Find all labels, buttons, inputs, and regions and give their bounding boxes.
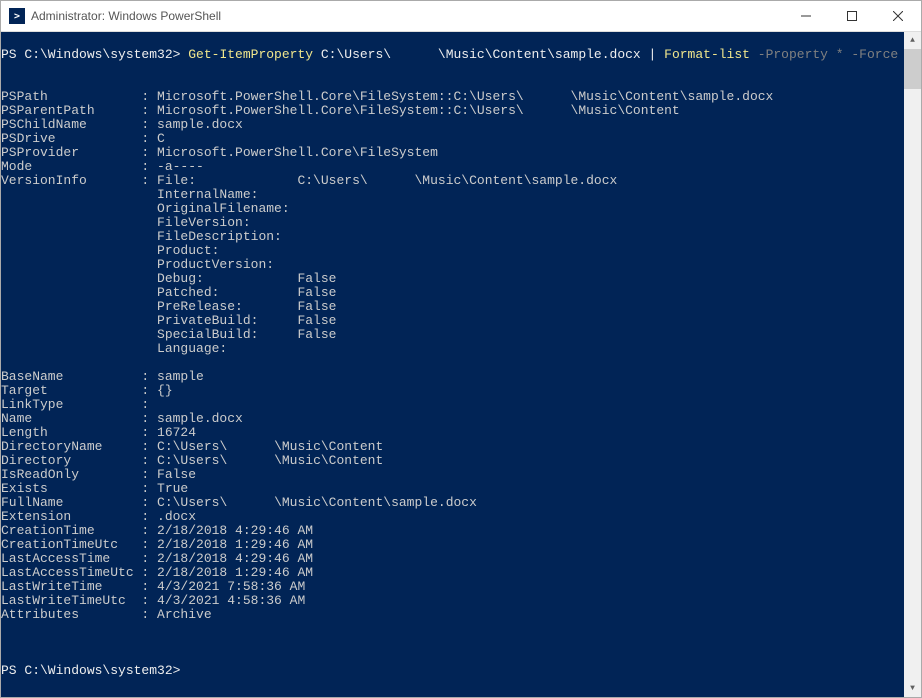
prop-value: \Music\Content [571,103,680,118]
prop-row: Language: [1,341,297,356]
prop-row: Mode : -a---- [1,159,204,174]
maximize-button[interactable] [829,1,875,31]
prop-label: PSPath : [1,89,157,104]
close-icon [893,11,903,21]
prop-row: CreationTimeUtc : 2/18/2018 1:29:46 AM [1,537,313,552]
prop-row: PSProvider : Microsoft.PowerShell.Core\F… [1,145,438,160]
prop-row: Debug: False [1,271,336,286]
prop-row: Exists : True [1,481,188,496]
prop-row: ProductVersion: [1,257,297,272]
prop-row: LastAccessTime : 2/18/2018 4:29:46 AM [1,551,313,566]
prop-value: \Music\Content\sample.docx [571,89,774,104]
prop-row: OriginalFilename: [1,201,297,216]
powershell-icon [9,8,25,24]
prop-row: FileVersion: [1,215,297,230]
terminal-output: PS C:\Windows\system32> Get-ItemProperty… [1,48,921,697]
prop-row: Attributes : Archive [1,607,212,622]
prop-row: LastWriteTimeUtc : 4/3/2021 4:58:36 AM [1,593,305,608]
powershell-window: Administrator: Windows PowerShell PS C:\… [0,0,922,698]
prop-label: FullName : [1,495,157,510]
prop-label: PSParentPath : [1,103,157,118]
redacted-user [227,453,274,468]
prop-row: PSDrive : C [1,131,165,146]
prop-row: CreationTime : 2/18/2018 4:29:46 AM [1,523,313,538]
prop-value: Microsoft.PowerShell.Core\FileSystem::C:… [157,103,524,118]
scrollbar-thumb[interactable] [904,49,921,89]
prop-value: Microsoft.PowerShell.Core\FileSystem::C:… [157,89,524,104]
prop-value: File: C:\Users\ [157,173,368,188]
prop-value: C:\Users\ [157,453,227,468]
prop-row: Length : 16724 [1,425,196,440]
redacted-user [227,439,274,454]
scroll-up-icon[interactable]: ▲ [904,32,921,49]
close-button[interactable] [875,1,921,31]
redacted-user [524,103,571,118]
path-segment: C:\Users\ [321,47,391,62]
prop-row: InternalName: [1,187,297,202]
prop-row: Product: [1,243,297,258]
maximize-icon [847,11,857,21]
window-title: Administrator: Windows PowerShell [31,9,783,23]
redacted-user [524,89,571,104]
scroll-down-icon[interactable]: ▼ [904,680,921,697]
prop-row: SpecialBuild: False [1,327,336,342]
path-segment: \Music\Content\sample.docx [438,47,649,62]
prop-value: C:\Users\ [157,439,227,454]
prompt: PS C:\Windows\system32> [1,47,188,62]
minimize-button[interactable] [783,1,829,31]
prop-value: \Music\Content\sample.docx [414,173,617,188]
minimize-icon [801,11,811,21]
prop-row: LinkType : [1,397,157,412]
prop-row: Extension : .docx [1,509,196,524]
terminal-area[interactable]: PS C:\Windows\system32> Get-ItemProperty… [1,32,921,697]
prop-row: FileDescription: [1,229,297,244]
cmdlet: Format-list [664,47,758,62]
prop-row: IsReadOnly : False [1,467,196,482]
window-controls [783,1,921,31]
prop-row: LastWriteTime : 4/3/2021 7:58:36 AM [1,579,305,594]
titlebar[interactable]: Administrator: Windows PowerShell [1,1,921,32]
cmd-args: -Property * -Force [758,47,898,62]
prop-row: BaseName : sample [1,369,204,384]
prop-label: DirectoryName : [1,439,157,454]
prop-row: PSChildName : sample.docx [1,117,243,132]
prop-row: Name : sample.docx [1,411,243,426]
prop-label: VersionInfo : [1,173,157,188]
prop-row: Target : {} [1,383,173,398]
redacted-user [391,47,438,62]
prop-row: PrivateBuild: False [1,313,336,328]
pipe: | [649,47,665,62]
redacted-user [227,495,274,510]
prop-value: C:\Users\ [157,495,227,510]
prop-value: \Music\Content [274,453,383,468]
prop-row: Patched: False [1,285,336,300]
prop-row: LastAccessTimeUtc : 2/18/2018 1:29:46 AM [1,565,313,580]
redacted-user [368,173,415,188]
prop-value: \Music\Content\sample.docx [274,495,477,510]
prop-label: Directory : [1,453,157,468]
scrollbar[interactable]: ▲ ▼ [904,32,921,697]
cmdlet: Get-ItemProperty [188,47,321,62]
prop-value: \Music\Content [274,439,383,454]
prompt: PS C:\Windows\system32> [1,663,180,678]
prop-row: PreRelease: False [1,299,336,314]
